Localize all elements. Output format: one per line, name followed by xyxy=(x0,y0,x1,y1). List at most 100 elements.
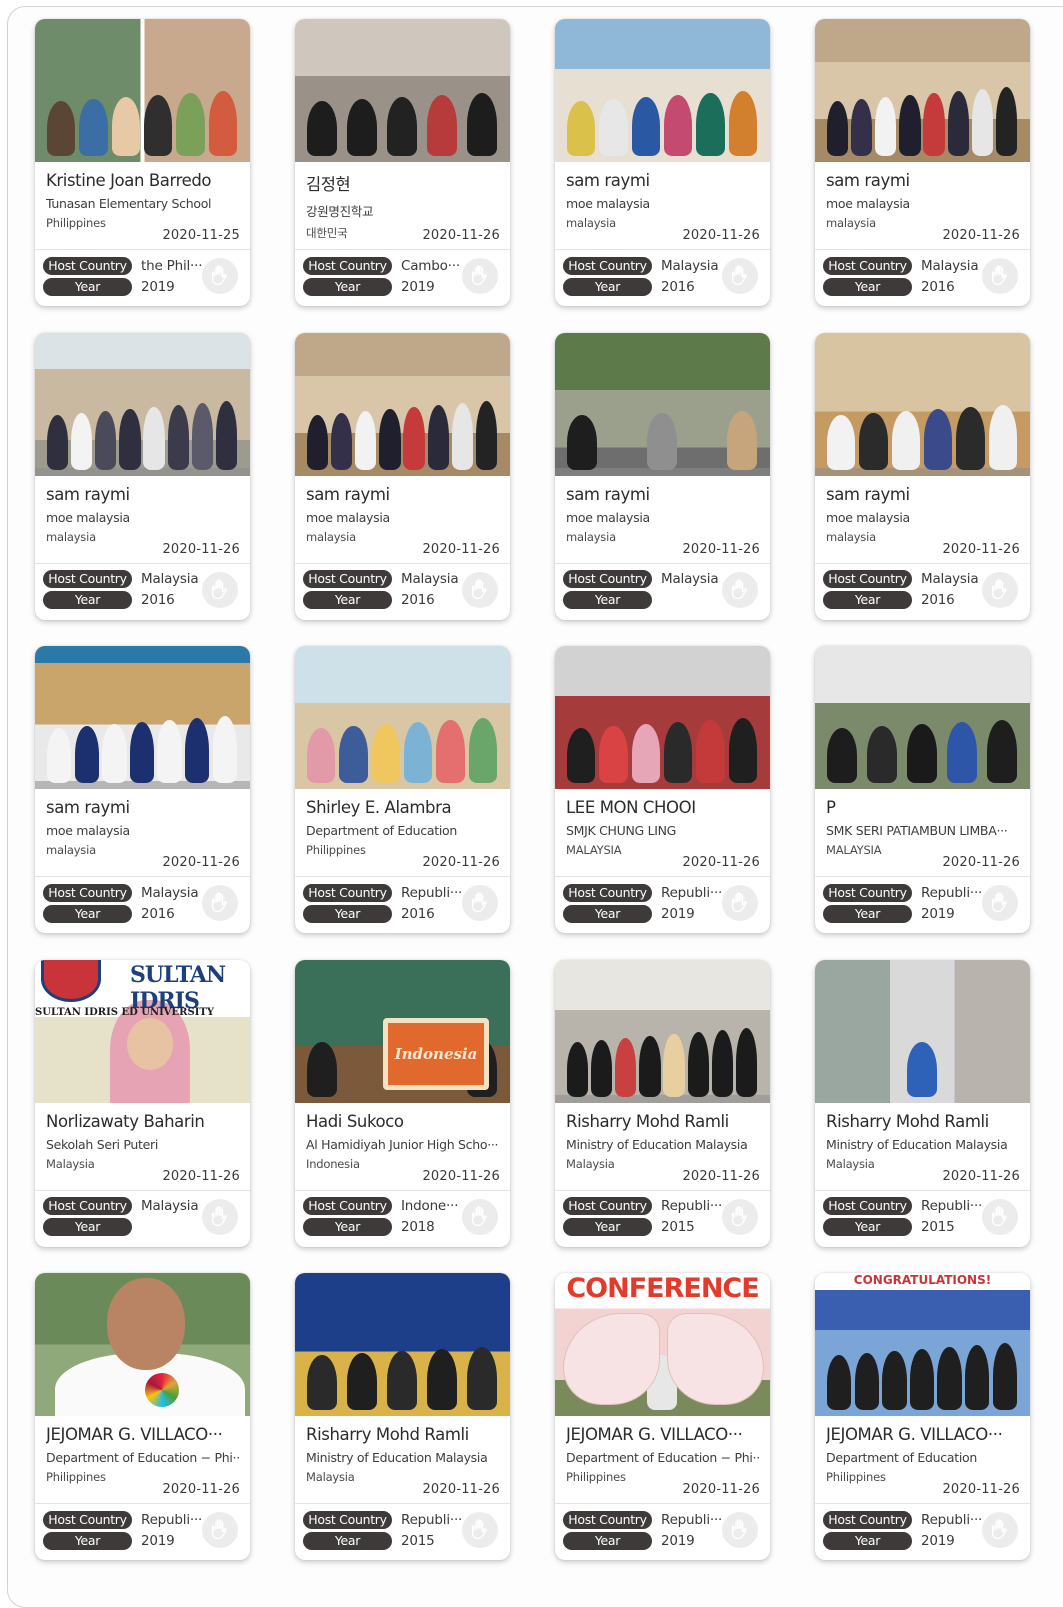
participant-name: JEJOMAR G. VILLACO··· xyxy=(826,1425,1003,1444)
host-country-badge: Host Country xyxy=(563,256,652,275)
year-value: 2016 xyxy=(141,592,175,608)
card-photo: CONFERENCE xyxy=(555,1273,770,1416)
card-divider xyxy=(35,249,250,250)
year-value: 2016 xyxy=(921,592,955,608)
card-photo xyxy=(35,1273,250,1416)
like-hand-icon[interactable] xyxy=(202,571,238,608)
like-hand-icon[interactable] xyxy=(462,885,498,921)
exchange-card[interactable]: Risharry Mohd Ramli Ministry of Education… xyxy=(295,1273,510,1560)
year-badge: Year xyxy=(303,591,392,609)
organization-name: Sekolah Seri Puteri xyxy=(46,1136,159,1152)
host-country-value: Republi··· xyxy=(661,1511,723,1528)
post-date: 2020-11-26 xyxy=(422,1168,500,1184)
year-badge: Year xyxy=(43,904,132,923)
card-meta: Host Country Malaysia Year 2016 xyxy=(43,882,199,924)
like-hand-icon[interactable] xyxy=(982,1512,1018,1548)
exchange-card[interactable]: Risharry Mohd Ramli Ministry of Education… xyxy=(555,959,770,1247)
like-hand-icon[interactable] xyxy=(202,1198,238,1235)
exchange-card[interactable]: sam raymi moe malaysia malaysia 2020-11-26 H… xyxy=(295,332,510,620)
like-hand-icon[interactable] xyxy=(982,571,1018,608)
exchange-card[interactable]: sam raymi moe malaysia malaysia 2020-11-26 H… xyxy=(815,332,1030,620)
year-value: 2015 xyxy=(401,1532,435,1549)
year-value: 2015 xyxy=(661,1219,695,1235)
card-divider xyxy=(35,562,250,564)
post-date: 2020-11-26 xyxy=(682,1482,760,1497)
like-hand-icon[interactable] xyxy=(462,1512,498,1548)
post-date: 2020-11-26 xyxy=(682,1168,760,1184)
year-value: 2019 xyxy=(921,905,955,922)
host-country-badge: Host Country xyxy=(43,256,132,275)
like-hand-icon[interactable] xyxy=(982,885,1018,921)
post-date: 2020-11-26 xyxy=(422,855,500,870)
card-divider xyxy=(35,1503,250,1504)
exchange-card[interactable]: CONFERENCE JEJOMAR G. VILLACO··· Departmen… xyxy=(555,1273,770,1560)
like-hand-icon[interactable] xyxy=(462,571,498,608)
card-divider xyxy=(555,562,770,564)
card-divider xyxy=(815,562,1030,564)
organization-name: moe malaysia xyxy=(306,509,390,525)
year-badge: Year xyxy=(43,591,132,609)
like-hand-icon[interactable] xyxy=(722,1512,758,1548)
card-meta: Host Country Malaysia Year 2016 xyxy=(563,255,719,297)
exchange-card[interactable]: Risharry Mohd Ramli Ministry of Education… xyxy=(815,959,1030,1247)
host-country-badge: Host Country xyxy=(303,1510,392,1529)
card-photo xyxy=(295,1273,510,1416)
participant-name: sam raymi xyxy=(46,484,130,504)
host-country-badge: Host Country xyxy=(823,1510,912,1529)
exchange-card[interactable]: sam raymi moe malaysia malaysia 2020-11-26 H… xyxy=(35,646,250,933)
year-value: 2016 xyxy=(401,905,435,922)
card-meta: Host Country Malaysia Year 2016 xyxy=(303,569,459,611)
post-date: 2020-11-26 xyxy=(422,228,500,243)
card-meta: Host Country Republi··· Year 2019 xyxy=(823,882,982,924)
year-value: 2016 xyxy=(401,592,435,608)
card-divider xyxy=(815,1189,1030,1191)
host-country-badge: Host Country xyxy=(563,570,652,588)
organization-name: 강원명진학교 xyxy=(306,204,374,219)
like-hand-icon[interactable] xyxy=(722,885,758,921)
like-hand-icon[interactable] xyxy=(722,258,758,294)
host-country-value: Malaysia xyxy=(661,257,719,274)
card-divider xyxy=(815,876,1030,877)
card-meta: Host Country Indone··· Year 2018 xyxy=(303,1196,459,1238)
like-hand-icon[interactable] xyxy=(202,885,238,921)
host-country-badge: Host Country xyxy=(823,256,912,275)
like-hand-icon[interactable] xyxy=(722,1198,758,1235)
host-country-value: Republi··· xyxy=(141,1511,203,1528)
card-photo xyxy=(815,646,1030,789)
like-hand-icon[interactable] xyxy=(462,1198,498,1235)
exchange-card[interactable]: 김정현 강원명진학교 대한민국 2020-11-26 Host Country Cambo… xyxy=(295,19,510,306)
card-photo xyxy=(815,332,1030,476)
exchange-card[interactable]: JEJOMAR G. VILLACO··· Department of Educa… xyxy=(35,1273,250,1560)
exchange-card[interactable]: P SMK SERI PATIAMBUN LIMBA··· MALAYSIA 2020… xyxy=(815,646,1030,933)
post-date: 2020-11-26 xyxy=(682,541,760,557)
exchange-card[interactable]: Kristine Joan Barredo Tunasan Elementary … xyxy=(35,19,250,306)
like-hand-icon[interactable] xyxy=(982,1198,1018,1235)
exchange-card[interactable]: CONGRATULATIONS! JEJOMAR G. VILLACO··· Dep… xyxy=(815,1273,1030,1560)
participant-name: sam raymi xyxy=(566,171,650,190)
organization-name: moe malaysia xyxy=(826,509,910,525)
exchange-card[interactable]: SULTAN IDRIS SULTAN IDRIS ED UNIVERSITY No… xyxy=(35,959,250,1247)
participant-name: 김정현 xyxy=(306,175,351,194)
host-country-badge: Host Country xyxy=(43,1197,132,1215)
host-country-badge: Host Country xyxy=(303,570,392,588)
exchange-card[interactable]: sam raymi moe malaysia malaysia 2020-11-26 H… xyxy=(555,332,770,620)
like-hand-icon[interactable] xyxy=(462,258,498,294)
like-hand-icon[interactable] xyxy=(202,258,238,294)
host-country-badge: Host Country xyxy=(563,1197,652,1215)
exchange-card[interactable]: LEE MON CHOOI SMJK CHUNG LING MALAYSIA 2020… xyxy=(555,646,770,933)
exchange-card[interactable]: sam raymi moe malaysia malaysia 2020-11-26 H… xyxy=(815,19,1030,306)
host-country-value: Republi··· xyxy=(921,1198,983,1214)
year-badge: Year xyxy=(823,904,912,923)
like-hand-icon[interactable] xyxy=(982,258,1018,294)
year-value: 2019 xyxy=(141,278,175,295)
host-country-value: Malaysia xyxy=(141,571,199,587)
like-hand-icon[interactable] xyxy=(202,1512,238,1548)
exchange-card[interactable]: sam raymi moe malaysia malaysia 2020-11-26 H… xyxy=(555,19,770,306)
organization-name: SMK SERI PATIAMBUN LIMBA··· xyxy=(826,823,1008,838)
exchange-card[interactable]: sam raymi moe malaysia malaysia 2020-11-26 H… xyxy=(35,332,250,620)
exchange-card[interactable]: Shirley E. Alambra Department of Educatio… xyxy=(295,646,510,933)
exchange-card[interactable]: Indonesia Hadi Sukoco Al Hamidiyah Junior … xyxy=(295,959,510,1247)
like-hand-icon[interactable] xyxy=(722,571,758,608)
organization-name: Ministry of Education Malaysia xyxy=(306,1450,488,1465)
card-divider xyxy=(815,249,1030,250)
